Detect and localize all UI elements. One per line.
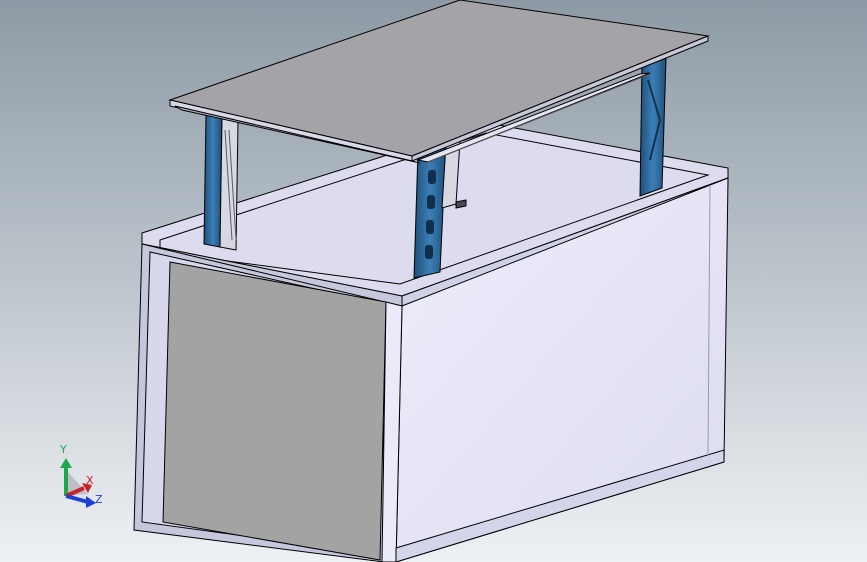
back-leg-left[interactable] bbox=[203, 114, 239, 251]
left-side-panel bbox=[162, 261, 387, 561]
back-leg-right[interactable] bbox=[639, 57, 667, 197]
model-view[interactable] bbox=[0, 0, 867, 562]
cad-viewport[interactable]: Y X Z bbox=[0, 0, 867, 562]
